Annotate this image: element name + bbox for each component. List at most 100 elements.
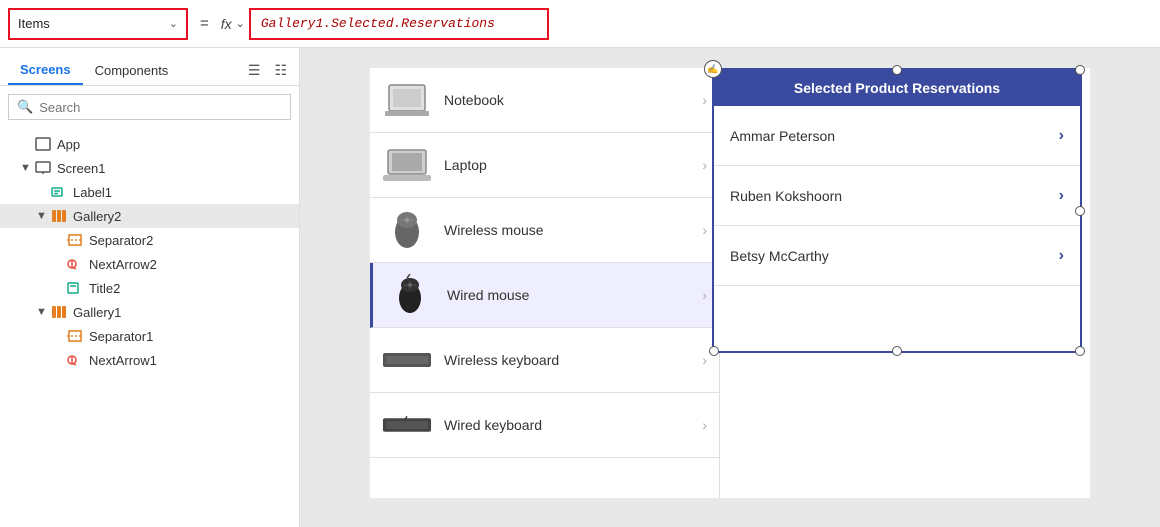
tree-item-gallery2[interactable]: ▼ Gallery2 — [0, 204, 299, 228]
reservation-arrow-1: › — [1059, 127, 1064, 145]
main-layout: Screens Components ☰ ☷ 🔍 App ▼ — [0, 48, 1160, 527]
reservation-item-2[interactable]: Ruben Kokshoorn › — [714, 166, 1080, 226]
name-selector[interactable]: Items ⌄ — [8, 8, 188, 40]
expand-gallery1[interactable]: ▼ — [36, 306, 50, 318]
tree-item-gallery1[interactable]: ▼ Gallery1 — [0, 300, 299, 324]
separator1-icon — [66, 327, 84, 345]
gallery-item-wired-keyboard[interactable]: Wired keyboard › — [370, 393, 719, 458]
gallery-item-notebook[interactable]: Notebook › — [370, 68, 719, 133]
handle-bottom-left[interactable] — [709, 346, 719, 356]
handle-mid-right[interactable] — [1075, 206, 1085, 216]
expand-gallery2[interactable]: ▼ — [36, 210, 50, 222]
name-selector-chevron: ⌄ — [169, 17, 178, 30]
item-arrow-notebook: › — [702, 92, 707, 108]
edit-handle[interactable]: ✍ — [704, 60, 722, 78]
tree-item-label1[interactable]: Label1 — [0, 180, 299, 204]
gallery1-icon — [50, 303, 68, 321]
reservation-name-1: Ammar Peterson — [730, 128, 1059, 144]
reservations-title: Selected Product Reservations — [794, 80, 1000, 96]
gallery-list: Notebook › Laptop › — [370, 68, 720, 498]
canvas[interactable]: Notebook › Laptop › — [300, 48, 1160, 527]
item-name-wireless-keyboard: Wireless keyboard — [444, 352, 702, 368]
tree-label-app: App — [57, 137, 80, 152]
tree-label-nextarrow2: NextArrow2 — [89, 257, 157, 272]
tree-panel: App ▼ Screen1 Label1 ▼ — [0, 128, 299, 527]
grid-view-icon[interactable]: ☷ — [270, 58, 291, 83]
screen-icon — [34, 159, 52, 177]
handle-top-center[interactable] — [892, 65, 902, 75]
item-arrow-laptop: › — [702, 157, 707, 173]
item-arrow-wired-mouse: › — [702, 287, 707, 303]
tab-screens[interactable]: Screens — [8, 56, 83, 85]
name-selector-value: Items — [18, 16, 50, 31]
notebook-image — [382, 80, 432, 120]
laptop-image — [382, 145, 432, 185]
tree-item-screen1[interactable]: ▼ Screen1 — [0, 156, 299, 180]
reservation-item-3[interactable]: Betsy McCarthy › — [714, 226, 1080, 286]
item-arrow-wired-keyboard: › — [702, 417, 707, 433]
tree-label-gallery2: Gallery2 — [73, 209, 121, 224]
top-bar: Items ⌄ = fx ⌄ Gallery1.Selected.Reserva… — [0, 0, 1160, 48]
tree-label-screen1: Screen1 — [57, 161, 105, 176]
tree-label-label1: Label1 — [73, 185, 112, 200]
reservation-arrow-2: › — [1059, 187, 1064, 205]
tree-item-title2[interactable]: Title2 — [0, 276, 299, 300]
reservations-panel[interactable]: Selected Product Reservations Ammar Pete… — [712, 68, 1082, 353]
tree-label-separator2: Separator2 — [89, 233, 153, 248]
item-name-notebook: Notebook — [444, 92, 702, 108]
reservation-name-2: Ruben Kokshoorn — [730, 188, 1059, 204]
gallery2-icon — [50, 207, 68, 225]
tree-label-nextarrow1: NextArrow1 — [89, 353, 157, 368]
item-name-wired-keyboard: Wired keyboard — [444, 417, 702, 433]
formula-text: Gallery1.Selected.Reservations — [261, 16, 495, 31]
fx-label: fx — [221, 16, 232, 32]
nextarrow2-icon — [66, 255, 84, 273]
separator2-icon — [66, 231, 84, 249]
tab-components[interactable]: Components — [83, 57, 181, 84]
search-icon: 🔍 — [17, 99, 33, 115]
gallery-item-wireless-keyboard[interactable]: Wireless keyboard › — [370, 328, 719, 393]
sidebar-tabs: Screens Components ☰ ☷ — [0, 48, 299, 86]
reservations-header: Selected Product Reservations — [714, 70, 1080, 106]
gallery-item-wired-mouse[interactable]: Wired mouse › — [370, 263, 719, 328]
wired-mouse-image — [385, 275, 435, 315]
app-frame: Notebook › Laptop › — [370, 68, 1090, 498]
gallery-item-wireless-mouse[interactable]: Wireless mouse › — [370, 198, 719, 263]
label-icon — [50, 183, 68, 201]
handle-bottom-center[interactable] — [892, 346, 902, 356]
search-input[interactable] — [39, 100, 282, 115]
handle-top-right[interactable] — [1075, 65, 1085, 75]
wireless-keyboard-image — [382, 340, 432, 380]
handle-bottom-right[interactable] — [1075, 346, 1085, 356]
title2-icon — [66, 279, 84, 297]
app-icon — [34, 135, 52, 153]
item-name-wireless-mouse: Wireless mouse — [444, 222, 702, 238]
tree-label-title2: Title2 — [89, 281, 120, 296]
item-arrow-wireless-keyboard: › — [702, 352, 707, 368]
tree-item-app[interactable]: App — [0, 132, 299, 156]
sidebar-tab-icons: ☰ ☷ — [244, 58, 291, 83]
item-arrow-wireless-mouse: › — [702, 222, 707, 238]
tree-item-separator1[interactable]: Separator1 — [0, 324, 299, 348]
reservation-arrow-3: › — [1059, 247, 1064, 265]
formula-bar: fx ⌄ Gallery1.Selected.Reservations — [221, 8, 1152, 40]
tree-label-separator1: Separator1 — [89, 329, 153, 344]
item-name-wired-mouse: Wired mouse — [447, 287, 702, 303]
expand-screen1[interactable]: ▼ — [20, 162, 34, 174]
tree-item-nextarrow1[interactable]: NextArrow1 — [0, 348, 299, 372]
formula-input[interactable]: Gallery1.Selected.Reservations — [249, 8, 549, 40]
tree-item-nextarrow2[interactable]: NextArrow2 — [0, 252, 299, 276]
reservation-name-3: Betsy McCarthy — [730, 248, 1059, 264]
search-box[interactable]: 🔍 — [8, 94, 291, 120]
sidebar: Screens Components ☰ ☷ 🔍 App ▼ — [0, 48, 300, 527]
reservation-item-1[interactable]: Ammar Peterson › — [714, 106, 1080, 166]
nextarrow1-icon — [66, 351, 84, 369]
wireless-mouse-image — [382, 210, 432, 250]
tree-label-gallery1: Gallery1 — [73, 305, 121, 320]
fx-chevron-icon[interactable]: ⌄ — [236, 17, 245, 30]
equals-sign: = — [196, 15, 213, 32]
wired-keyboard-image — [382, 405, 432, 445]
tree-item-separator2[interactable]: Separator2 — [0, 228, 299, 252]
list-view-icon[interactable]: ☰ — [244, 58, 265, 83]
gallery-item-laptop[interactable]: Laptop › — [370, 133, 719, 198]
